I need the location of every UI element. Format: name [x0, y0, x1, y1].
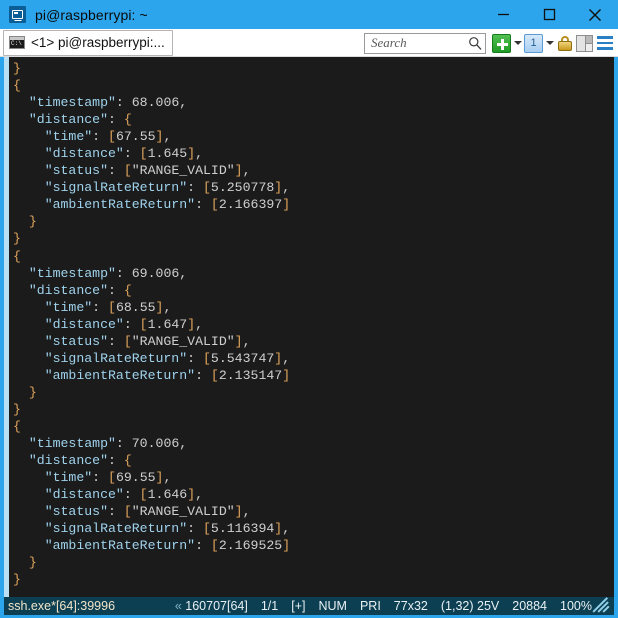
console-window-icon	[9, 36, 25, 49]
new-session-button[interactable]	[492, 33, 511, 53]
tab-count-dropdown[interactable]	[543, 34, 556, 53]
terminal-area[interactable]: } { "timestamp": 68.006, "distance": { "…	[0, 57, 618, 597]
status-cursor-position: (1,32) 25V	[441, 599, 499, 613]
toolbar-actions: 1	[364, 29, 615, 57]
status-voltage: 25V	[477, 599, 500, 613]
hamburger-menu-button[interactable]	[595, 34, 615, 53]
status-build-value: 160707[64]	[185, 599, 248, 613]
status-cursor-coords: (1,32)	[440, 599, 474, 613]
terminal-tab[interactable]: <1> pi@raspberrypi:...	[3, 29, 173, 56]
mobaxterm-window: pi@raspberrypi: ~ <1>	[0, 0, 618, 618]
search-input[interactable]	[371, 35, 468, 51]
status-session-count: 1/1	[260, 599, 279, 613]
window-controls	[480, 0, 618, 29]
status-build-prefix: «	[174, 599, 182, 613]
status-scrollback: 20884	[512, 599, 548, 613]
resize-grip-icon[interactable]	[592, 597, 612, 615]
status-terminal-size: 77x32	[393, 599, 428, 613]
tab-count-button[interactable]: 1	[524, 33, 543, 53]
hamburger-menu-icon	[597, 36, 613, 39]
status-priority: PRI	[359, 599, 381, 613]
mobaxterm-monitor-icon	[9, 6, 26, 23]
minimize-button[interactable]	[480, 0, 526, 29]
chevron-down-icon	[513, 41, 522, 45]
search-box[interactable]	[364, 32, 486, 54]
maximize-button[interactable]	[526, 0, 572, 29]
status-bar: ssh.exe*[64]:39996 « 160707[64] 1/1 [+] …	[0, 597, 618, 618]
split-panel-icon	[577, 35, 586, 51]
tab-count-label: 1	[530, 37, 537, 49]
green-plus-icon	[492, 33, 511, 53]
status-process: ssh.exe*[64]:39996	[8, 599, 116, 613]
status-zoom: 100%	[560, 599, 592, 613]
maximize-icon	[543, 8, 555, 21]
terminal-tab-label: <1> pi@raspberrypi:...	[31, 35, 165, 50]
status-build: « 160707[64]	[175, 599, 248, 613]
status-num-lock: NUM	[318, 599, 347, 613]
status-insert-mode: [+]	[291, 599, 306, 613]
close-button[interactable]	[572, 0, 618, 29]
close-icon	[589, 8, 601, 21]
tab-toolbar: <1> pi@raspberrypi:... 1	[0, 29, 618, 57]
minimize-icon	[497, 13, 509, 16]
search-icon[interactable]	[468, 36, 482, 50]
window-title: pi@raspberrypi: ~	[35, 6, 148, 23]
split-panel-button[interactable]	[576, 34, 593, 52]
lock-terminal-button[interactable]	[556, 34, 574, 53]
new-session-dropdown[interactable]	[511, 34, 524, 53]
chevron-down-icon	[545, 41, 554, 45]
terminal-output[interactable]: } { "timestamp": 68.006, "distance": { "…	[9, 57, 614, 597]
title-bar[interactable]: pi@raspberrypi: ~	[0, 0, 618, 29]
